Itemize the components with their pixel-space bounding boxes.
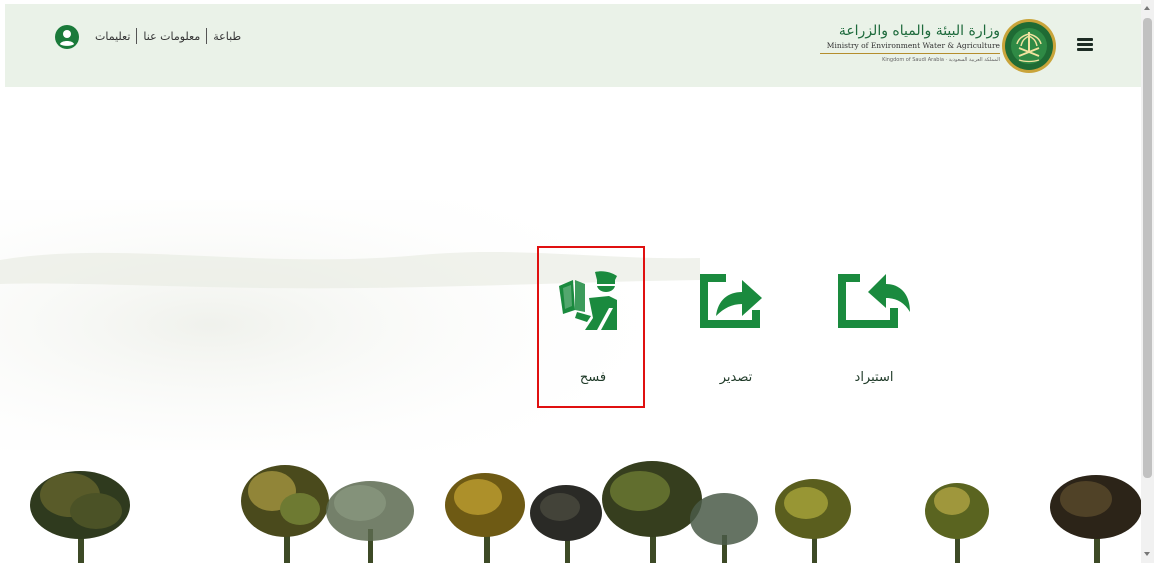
help-link[interactable]: تعليمات <box>95 30 130 43</box>
export-icon <box>700 274 762 328</box>
import-label: استيراد <box>854 370 894 385</box>
logo-subtitle: Kingdom of Saudi Arabia · المملكة العربي… <box>882 57 1000 63</box>
divider <box>206 28 208 44</box>
logo-title-ar: وزارة البيئة والمياه والزراعة <box>838 23 1000 39</box>
logo-title-en: Ministry of Environment Water & Agricult… <box>820 41 1000 54</box>
clearance-label: فسح <box>579 370 607 385</box>
ministry-emblem-icon[interactable] <box>1001 18 1057 74</box>
import-tile[interactable]: استيراد <box>820 246 928 408</box>
header: وزارة البيئة والمياه والزراعة Ministry o… <box>5 4 1141 87</box>
page: وزارة البيئة والمياه والزراعة Ministry o… <box>0 0 1154 563</box>
scrollbar[interactable] <box>1141 0 1154 563</box>
hamburger-icon-bar <box>1077 48 1093 51</box>
hamburger-icon-bar <box>1077 38 1093 41</box>
clearance-tile[interactable]: فسح <box>537 246 645 408</box>
scroll-thumb[interactable] <box>1143 18 1152 478</box>
about-link[interactable]: معلومات عنا <box>143 30 200 43</box>
menu-button[interactable] <box>1072 30 1100 58</box>
export-tile[interactable]: تصدير <box>682 246 790 408</box>
hamburger-icon-bar <box>1077 43 1093 46</box>
scroll-down-arrow-icon[interactable] <box>1144 552 1150 556</box>
tree-line-image <box>30 461 1141 563</box>
import-icon <box>838 274 910 328</box>
user-circle-icon[interactable] <box>55 25 79 49</box>
ministry-logo-text[interactable]: وزارة البيئة والمياه والزراعة Ministry o… <box>820 22 1000 72</box>
divider <box>136 28 138 44</box>
scroll-up-arrow-icon[interactable] <box>1144 6 1150 10</box>
top-links: طباعة معلومات عنا تعليمات <box>95 27 241 45</box>
print-link[interactable]: طباعة <box>213 30 241 43</box>
export-label: تصدير <box>719 370 753 385</box>
inspector-icon <box>559 271 617 330</box>
